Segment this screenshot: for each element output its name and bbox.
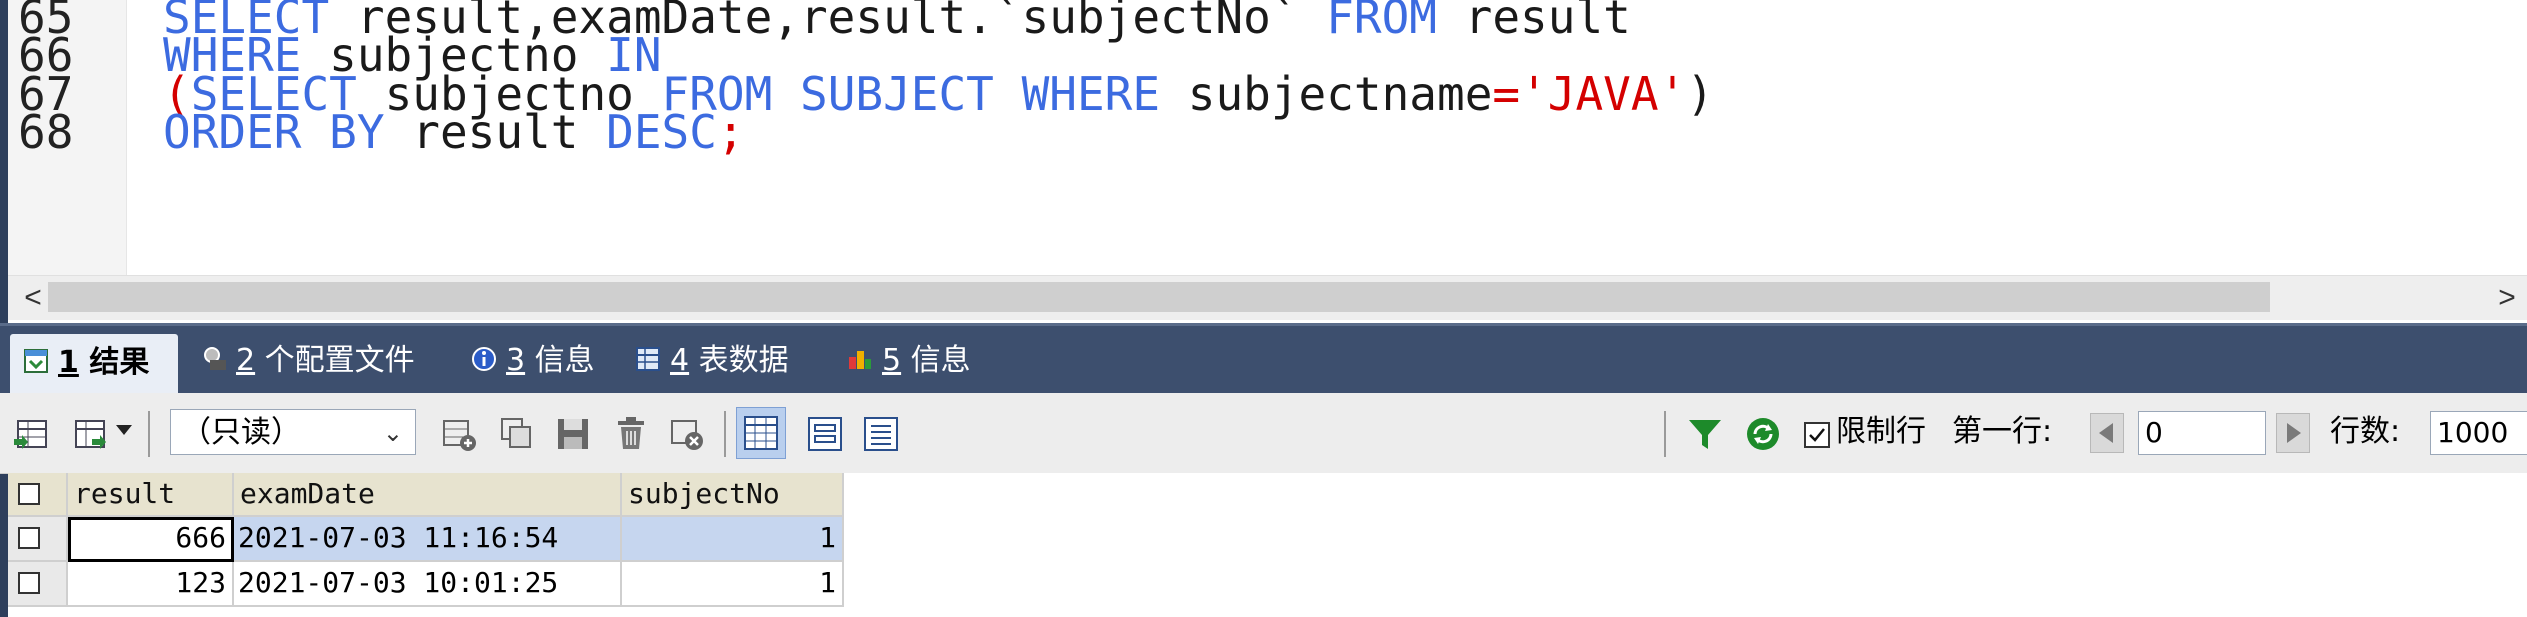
tab-result[interactable]: 1 结果 xyxy=(10,334,178,394)
sql-text: result xyxy=(1464,0,1631,44)
toolbar-separator xyxy=(724,411,726,457)
discard-changes-icon[interactable] xyxy=(668,415,706,453)
delete-icon[interactable] xyxy=(612,415,650,453)
tab-table-data[interactable]: 4 表数据 xyxy=(622,332,822,390)
row-checkbox[interactable] xyxy=(18,527,40,549)
next-page-button[interactable] xyxy=(2276,413,2310,453)
row-checkbox[interactable] xyxy=(18,572,40,594)
tab-label: 结果 xyxy=(78,345,150,380)
code-line[interactable]: ORDER BY result DESC; xyxy=(163,101,745,163)
table-cell[interactable]: 1 xyxy=(622,517,844,562)
table-cell[interactable]: 123 xyxy=(68,562,234,607)
insert-row-icon[interactable] xyxy=(440,415,478,453)
tab-number: 5 xyxy=(882,343,902,378)
column-header[interactable]: subjectNo xyxy=(622,473,844,517)
info-chart-icon xyxy=(849,350,871,369)
tab-profiles[interactable]: 2 个配置文件 xyxy=(188,332,448,390)
table-cell[interactable]: 1 xyxy=(622,562,844,607)
window-left-border xyxy=(0,0,8,617)
sql-text: ) xyxy=(1686,67,1714,121)
result-grid-icon xyxy=(24,348,48,373)
form-view-icon[interactable] xyxy=(806,415,844,453)
row-checkbox-cell[interactable] xyxy=(8,517,68,562)
sql-text: subjectname xyxy=(1187,67,1493,121)
export-grid-icon[interactable] xyxy=(12,415,50,453)
edit-mode-select[interactable]: （只读） ⌄ xyxy=(170,409,416,455)
table-cell[interactable]: 2021-07-03 11:16:54 xyxy=(234,517,622,562)
tab-number: 1 xyxy=(58,345,79,380)
save-icon[interactable] xyxy=(554,415,592,453)
sql-keyword: ORDER BY xyxy=(163,105,413,159)
chevron-down-icon: ⌄ xyxy=(382,419,403,447)
sql-literal: = xyxy=(1492,67,1521,121)
filter-icon[interactable] xyxy=(1686,415,1724,453)
gutter-divider xyxy=(126,0,127,275)
result-tab-bar: 1 结果 2 个配置文件 3 信息 4 表数据 5 信息 xyxy=(0,323,2527,394)
import-grid-icon[interactable] xyxy=(72,415,110,453)
tab-number: 2 xyxy=(236,343,256,378)
limit-rows-checkbox[interactable] xyxy=(1804,422,1830,448)
tab-label: 信息 xyxy=(525,343,595,378)
table-cell[interactable]: 666 xyxy=(68,517,234,562)
sql-keyword: WHERE xyxy=(1021,67,1188,121)
result-toolbar: （只读） ⌄ 限制行 第一行: 0 行数: 1000 xyxy=(0,393,2527,474)
select-all-checkbox[interactable] xyxy=(18,483,40,505)
refresh-icon[interactable] xyxy=(1744,415,1782,453)
profile-icon xyxy=(204,346,226,370)
column-header[interactable]: examDate xyxy=(234,473,622,517)
tab-number: 4 xyxy=(670,343,690,378)
tab-label: 表数据 xyxy=(689,343,789,378)
text-view-icon[interactable] xyxy=(862,415,900,453)
edit-mode-value: （只读） xyxy=(181,415,301,450)
tab-label: 信息 xyxy=(901,343,971,378)
sql-literal: ; xyxy=(716,105,745,159)
sql-literal: 'JAVA' xyxy=(1520,67,1687,121)
tab-label: 个配置文件 xyxy=(255,343,415,378)
line-number: 68 xyxy=(18,105,74,159)
table-cell[interactable]: 2021-07-03 10:01:25 xyxy=(234,562,622,607)
first-row-label: 第一行: xyxy=(1952,414,2053,449)
checkmark-icon xyxy=(1809,428,1825,442)
toolbar-separator xyxy=(148,411,150,457)
scroll-right-arrow[interactable]: > xyxy=(2487,276,2527,320)
result-grid[interactable]: result examDate subjectNo 666 2021-07-03… xyxy=(8,473,2527,617)
chevron-down-icon[interactable] xyxy=(116,425,132,435)
duplicate-row-icon[interactable] xyxy=(498,415,536,453)
grid-view-toggle[interactable] xyxy=(736,407,786,459)
sql-editor[interactable]: 65 66 67 68 SELECT result,examDate,resul… xyxy=(0,0,2527,275)
sql-keyword: FROM xyxy=(1326,0,1465,44)
info-icon xyxy=(472,346,496,371)
limit-rows-label: 限制行 xyxy=(1836,414,1926,449)
sql-keyword: SUBJECT xyxy=(800,67,1022,121)
table-data-icon xyxy=(636,346,660,371)
grid-view-icon xyxy=(744,416,778,450)
column-header[interactable]: result xyxy=(68,473,234,517)
tab-info-2[interactable]: 5 信息 xyxy=(834,332,994,390)
tab-info[interactable]: 3 信息 xyxy=(458,332,608,390)
scrollbar-thumb[interactable] xyxy=(48,282,2270,312)
previous-page-button[interactable] xyxy=(2090,413,2124,453)
toolbar-separator xyxy=(1664,411,1666,457)
row-count-input[interactable]: 1000 xyxy=(2430,411,2527,455)
first-row-input[interactable]: 0 xyxy=(2138,411,2266,455)
horizontal-scrollbar[interactable]: < > xyxy=(8,275,2527,320)
scroll-left-arrow[interactable]: < xyxy=(18,276,48,320)
sql-keyword: DESC xyxy=(606,105,717,159)
row-checkbox-cell[interactable] xyxy=(8,562,68,607)
sql-text: result xyxy=(412,105,607,159)
row-count-label: 行数: xyxy=(2330,414,2401,449)
select-all-checkbox-cell[interactable] xyxy=(8,473,68,517)
line-number-gutter: 65 66 67 68 xyxy=(8,0,126,275)
tab-number: 3 xyxy=(506,343,526,378)
